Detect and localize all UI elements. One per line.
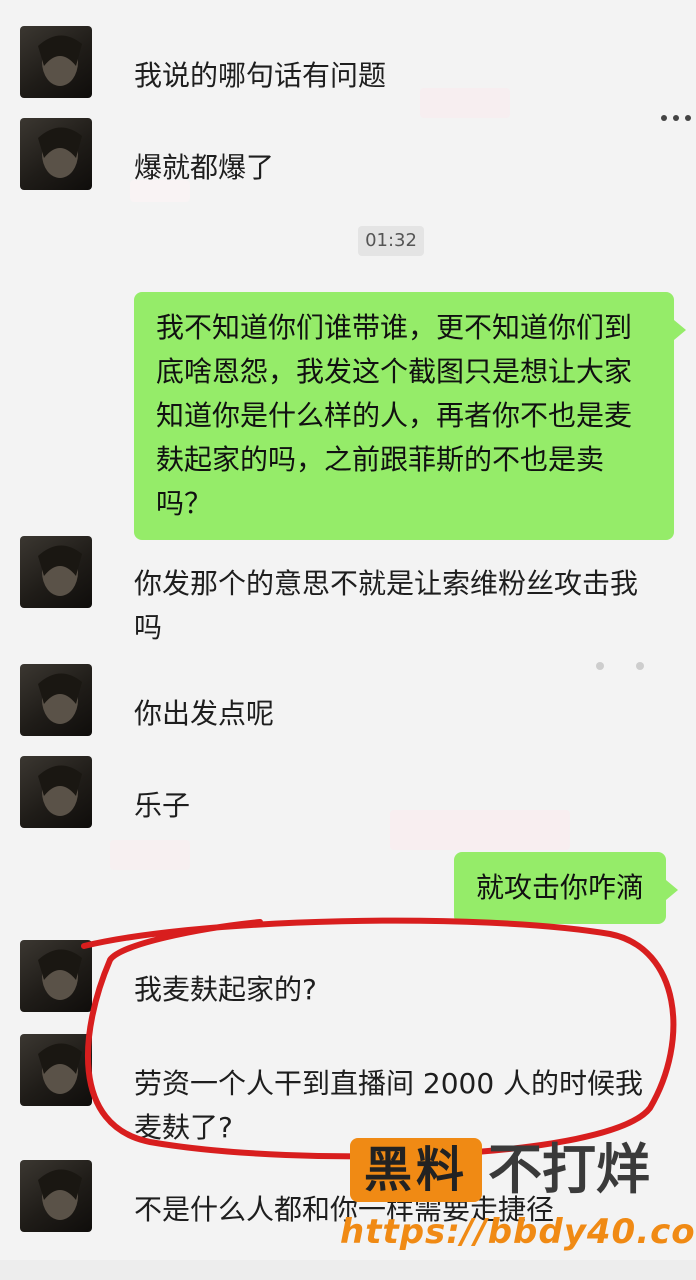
avatar[interactable] — [20, 1160, 92, 1232]
timestamp: 01:32 — [358, 226, 424, 256]
more-dots-icon[interactable] — [658, 110, 694, 124]
bottom-bar — [0, 1260, 696, 1280]
avatar[interactable] — [20, 756, 92, 828]
message-text: 我不知道你们谁带谁，更不知道你们到底啥恩怨，我发这个截图只是想让大家知道你是什么… — [156, 311, 633, 520]
avatar[interactable] — [20, 940, 92, 1012]
avatar[interactable] — [20, 1034, 92, 1106]
watermark-slogan: 不打烊 — [488, 1138, 650, 1201]
watermark-url: https://bbdy40.com — [340, 1212, 696, 1252]
chat-screen: 我说的哪句话有问题 爆就都爆了 01:32 我不知道你们谁带谁，更不知道你们到底… — [0, 0, 696, 1280]
message-text: 我说的哪句话有问题 — [134, 59, 387, 92]
message-text: 你发那个的意思不就是让索维粉丝攻击我吗 — [134, 567, 639, 644]
message-text: 爆就都爆了 — [134, 151, 275, 184]
watermark-badge: 黑料 — [350, 1138, 482, 1202]
avatar[interactable] — [20, 118, 92, 190]
avatar[interactable] — [20, 536, 92, 608]
message-text: 就攻击你咋滴 — [476, 871, 645, 904]
message-text: 我麦麸起家的? — [134, 973, 317, 1006]
avatar[interactable] — [20, 664, 92, 736]
sent-message-bubble[interactable]: 我不知道你们谁带谁，更不知道你们到底啥恩怨，我发这个截图只是想让大家知道你是什么… — [134, 292, 686, 540]
message-text: 乐子 — [134, 789, 191, 822]
message-text: 你出发点呢 — [134, 697, 275, 730]
avatar[interactable] — [20, 26, 92, 98]
sent-message-bubble[interactable]: 就攻击你咋滴 — [454, 852, 679, 924]
